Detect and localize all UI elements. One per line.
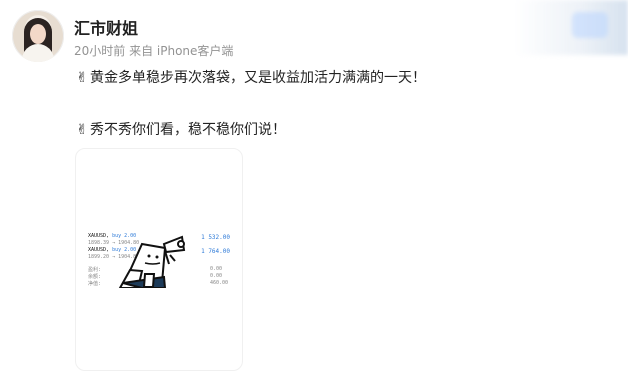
avatar[interactable] (12, 10, 64, 62)
avatar-face (30, 24, 46, 44)
victory-hand-icon: ✌ (76, 70, 88, 86)
trade-symbol-2: XAUUSD, (88, 247, 110, 253)
post-text-1: 黄金多单稳步再次落袋，又是收益加活力满满的一天！ (90, 70, 426, 86)
post-text-line-1: ✌ 黄金多单稳步再次落袋，又是收益加活力满满的一天！ (74, 67, 426, 87)
trade-footer-right-1: 0.00 (210, 266, 223, 272)
trade-footer-left-3: 净值: (88, 281, 102, 287)
trade-footer-left-1: 盈利: (88, 267, 102, 273)
victory-hand-icon: ✌ (76, 122, 88, 138)
blurred-area (513, 0, 628, 55)
trade-footer-right-2: 0.00 (210, 273, 223, 279)
trade-profit-2: 1 764.00 (201, 248, 230, 255)
trade-symbol-1: XAUUSD, (88, 233, 110, 239)
megaphone-cartoon (118, 235, 186, 288)
username-link[interactable]: 汇市财姐 (74, 15, 138, 39)
post-meta: 20小时前 来自 iPhone客户端 (74, 44, 234, 58)
post-text-line-2: ✌ 秀不秀你们看，稳不稳你们说！ (74, 119, 286, 139)
trade-footer-right-3: 460.00 (210, 280, 229, 286)
post-text-2: 秀不秀你们看，稳不稳你们说！ (90, 122, 286, 138)
trade-profit-1: 1 532.00 (201, 234, 230, 241)
trade-footer-left-2: 余额: (88, 274, 102, 280)
